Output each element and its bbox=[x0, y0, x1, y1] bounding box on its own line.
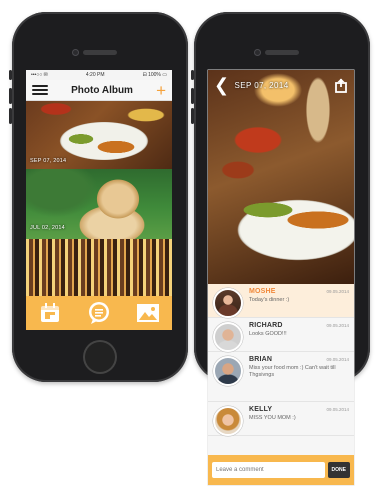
avatar bbox=[213, 406, 243, 436]
back-chevron-icon[interactable]: ❮ bbox=[214, 76, 229, 94]
nav-bar: Photo Album + bbox=[26, 80, 172, 101]
photo-card-city[interactable] bbox=[26, 239, 172, 299]
front-camera bbox=[72, 49, 79, 56]
comment-date: 09.05.2014 bbox=[326, 289, 349, 294]
comment-text: Today's dinner :) bbox=[249, 297, 290, 303]
comment-author: KELLY bbox=[249, 406, 273, 413]
comment-text: MISS YOU MOM :) bbox=[249, 415, 296, 421]
volume-up-button bbox=[191, 88, 194, 104]
comment-item[interactable]: MOSHE 09.05.2014 Today's dinner :) bbox=[208, 284, 354, 318]
photo-detail-screen: ❮ SEP 07, 2014 MOSHE 09.05.2014 Today's … bbox=[208, 70, 354, 485]
carrier-signal: •••○○ ✉ bbox=[31, 72, 48, 78]
volume-up-button bbox=[9, 88, 12, 104]
bottom-tab-bar bbox=[26, 296, 172, 330]
mute-switch bbox=[191, 70, 194, 80]
comment-author: RICHARD bbox=[249, 322, 283, 329]
volume-down-button bbox=[9, 108, 12, 124]
comment-text: Looks GOOD!!! bbox=[249, 331, 287, 337]
status-bar: •••○○ ✉ 4:20 PM ⊟ 100% ▭ bbox=[26, 70, 172, 80]
avatar bbox=[213, 288, 243, 318]
share-icon[interactable] bbox=[334, 77, 348, 93]
calendar-icon bbox=[41, 303, 60, 322]
comment-input[interactable] bbox=[212, 462, 325, 478]
avatar bbox=[213, 356, 243, 386]
speaker-grille bbox=[265, 50, 299, 55]
comment-item[interactable]: BRIAN 09.05.2014 Miss your food mom :) C… bbox=[208, 352, 354, 402]
photo-date: SEP 07, 2014 bbox=[30, 158, 67, 164]
mute-switch bbox=[9, 70, 12, 80]
done-button[interactable]: DONE bbox=[327, 462, 350, 478]
left-home-button[interactable] bbox=[83, 340, 117, 374]
comments-list: MOSHE 09.05.2014 Today's dinner :) RICHA… bbox=[208, 284, 354, 455]
comment-author: MOSHE bbox=[249, 288, 276, 295]
volume-down-button bbox=[191, 108, 194, 124]
chat-bubble-icon bbox=[88, 302, 109, 324]
comment-author: BRIAN bbox=[249, 356, 273, 363]
photo-album-screen: •••○○ ✉ 4:20 PM ⊟ 100% ▭ Photo Album + S… bbox=[26, 70, 172, 330]
comment-date: 09.05.2014 bbox=[326, 407, 349, 412]
gallery-tab[interactable] bbox=[135, 300, 161, 326]
image-icon bbox=[136, 304, 159, 322]
page-title: Photo Album bbox=[71, 84, 133, 96]
avatar bbox=[213, 322, 243, 352]
comments-tab[interactable] bbox=[86, 300, 112, 326]
hero-header: ❮ SEP 07, 2014 bbox=[208, 70, 354, 100]
comment-composer: DONE bbox=[208, 455, 354, 485]
plus-icon[interactable]: + bbox=[156, 82, 166, 99]
hamburger-icon[interactable] bbox=[32, 85, 48, 95]
photo-date-title: SEP 07, 2014 bbox=[234, 80, 289, 90]
photo-date: JUL 02, 2014 bbox=[30, 225, 65, 231]
front-camera bbox=[254, 49, 261, 56]
photo-hero-food: ❮ SEP 07, 2014 bbox=[208, 70, 354, 284]
comment-date: 09.05.2014 bbox=[326, 323, 349, 328]
comment-item[interactable]: KELLY 09.05.2014 MISS YOU MOM :) bbox=[208, 402, 354, 436]
speaker-grille bbox=[83, 50, 117, 55]
battery-status: ⊟ 100% ▭ bbox=[142, 72, 167, 78]
status-time: 4:20 PM bbox=[85, 72, 105, 78]
photo-card-dog[interactable]: JUL 02, 2014 bbox=[26, 169, 172, 239]
comment-text: Miss your food mom :) Can't wait till Th… bbox=[249, 365, 336, 379]
comment-date: 09.05.2014 bbox=[326, 357, 349, 362]
calendar-tab[interactable] bbox=[37, 300, 63, 326]
photo-card-food[interactable]: SEP 07, 2014 bbox=[26, 101, 172, 169]
comment-item[interactable]: RICHARD 09.05.2014 Looks GOOD!!! bbox=[208, 318, 354, 352]
